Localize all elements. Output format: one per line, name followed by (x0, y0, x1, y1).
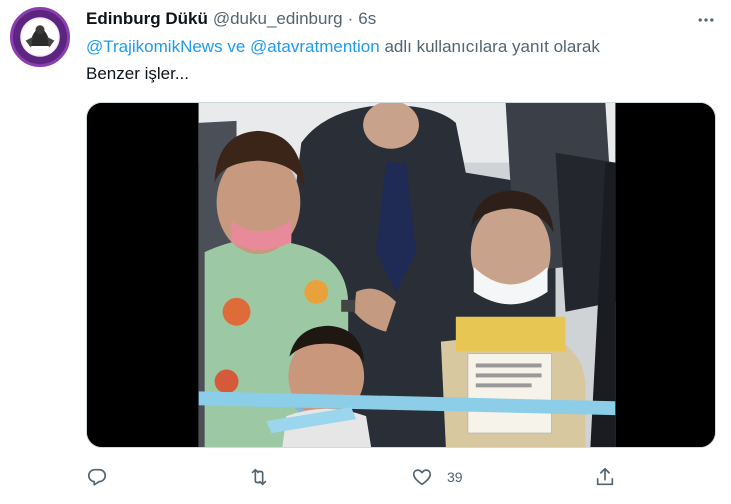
reply-context: @TrajikomikNews ve @atavratmention adlı … (86, 37, 600, 57)
tweet-actions: 39 (86, 462, 616, 492)
like-count: 39 (447, 469, 463, 485)
heart-icon (412, 469, 432, 486)
mention-link[interactable]: @atavratmention (250, 37, 380, 56)
retweet-icon (251, 468, 267, 486)
display-name[interactable]: Edinburg Dükü (86, 9, 208, 29)
video-frame (87, 103, 715, 447)
retweet-button[interactable] (248, 462, 270, 492)
video-media[interactable] (86, 102, 716, 448)
more-options-icon[interactable] (694, 8, 718, 32)
reply-icon (87, 468, 107, 486)
tweet-text: Benzer işler... (86, 64, 189, 83)
avatar[interactable] (10, 7, 70, 67)
share-button[interactable] (594, 462, 616, 492)
tweet-header: Edinburg Dükü @duku_edinburg · 6s (86, 8, 376, 30)
user-handle[interactable]: @duku_edinburg (213, 9, 343, 29)
like-button[interactable]: 39 (411, 462, 463, 492)
tweet[interactable]: Edinburg Dükü @duku_edinburg · 6s @Traji… (0, 0, 731, 504)
separator-dot: · (347, 9, 354, 28)
reply-suffix: adlı kullanıcılara yanıt olarak (379, 37, 600, 56)
share-icon (596, 467, 614, 486)
reply-connector: ve (222, 37, 250, 56)
timestamp[interactable]: 6s (358, 9, 376, 29)
mention-link[interactable]: @TrajikomikNews (86, 37, 223, 56)
reply-button[interactable] (86, 462, 108, 492)
